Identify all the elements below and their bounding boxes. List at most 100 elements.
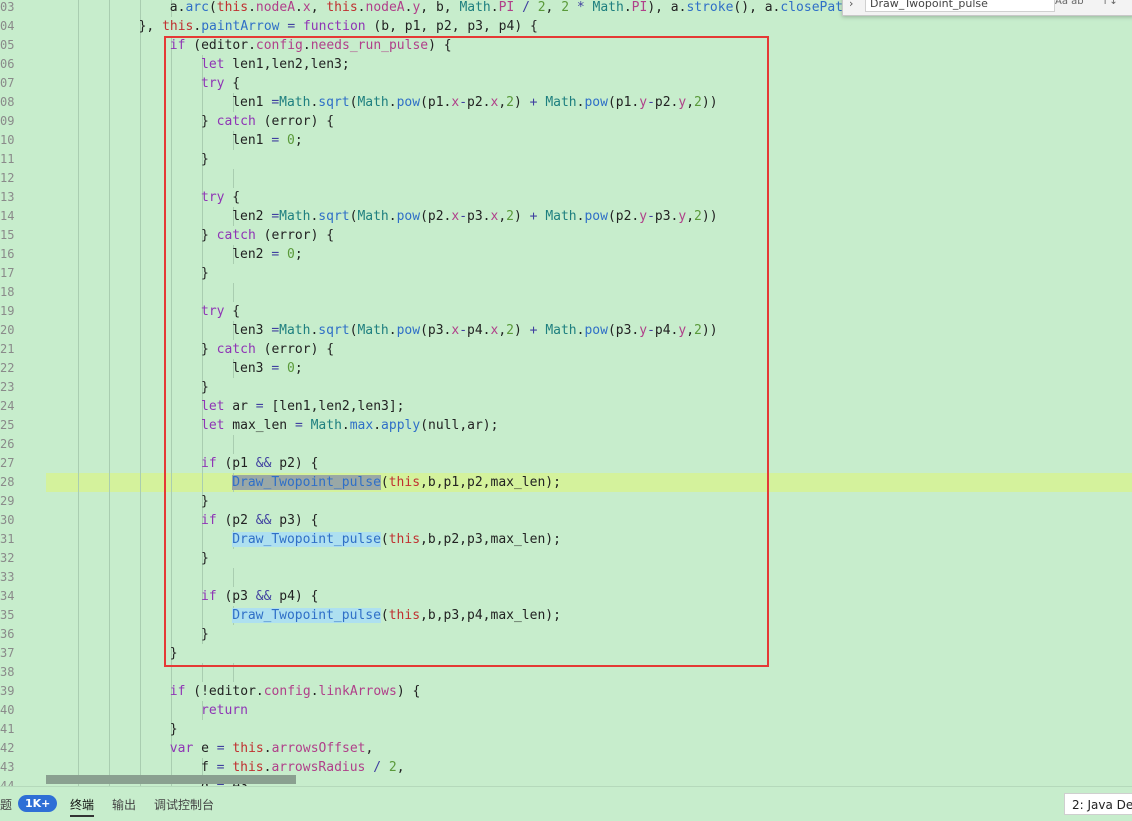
code-token: needs_run_pulse: [310, 38, 429, 53]
code-line[interactable]: 07 try {: [0, 74, 1132, 93]
code-line[interactable]: 25 let max_len = Math.max.apply(null,ar);: [0, 416, 1132, 435]
code-line[interactable]: 05 if (editor.config.needs_run_pulse) {: [0, 36, 1132, 55]
horizontal-scrollbar[interactable]: [46, 775, 296, 784]
code-editor[interactable]: 03 a.arc(this.nodeA.x, this.nodeA.y, b, M…: [0, 0, 1132, 786]
code-line[interactable]: 13 try {: [0, 188, 1132, 207]
code-line[interactable]: 34 if (p3 && p4) {: [0, 587, 1132, 606]
code-token: this: [162, 19, 194, 34]
tab-terminal[interactable]: 终端: [70, 796, 94, 813]
code-line[interactable]: 29}: [0, 492, 1132, 511]
indent-guide: [109, 549, 110, 568]
code-line[interactable]: 18: [0, 283, 1132, 302]
indent-guide: [171, 511, 172, 530]
code-token: -: [647, 95, 655, 110]
code-line[interactable]: 17}: [0, 264, 1132, 283]
indent-guide: [171, 397, 172, 416]
code-line[interactable]: 37}: [0, 644, 1132, 663]
indent-guide: [78, 739, 79, 758]
indent-guide: [202, 663, 203, 682]
line-number: 27: [0, 456, 15, 470]
code-line[interactable]: 24 let ar = [len1,len2,len3];: [0, 397, 1132, 416]
code-token: try: [201, 304, 225, 319]
indent-guide: [171, 568, 172, 587]
indent-guide: [171, 150, 172, 169]
tab-problems[interactable]: 题: [0, 796, 12, 813]
code-token: 0: [286, 247, 295, 262]
code-line[interactable]: 39 if (!editor.config.linkArrows) {: [0, 682, 1132, 701]
tab-debug-console[interactable]: 调试控制台: [154, 796, 214, 813]
code-line[interactable]: 28 Draw_Twopoint_pulse(this,b,p1,p2,max_l…: [0, 473, 1132, 492]
line-number: 29: [0, 494, 15, 508]
code-token: .: [388, 323, 397, 338]
code-token: &&: [255, 456, 272, 471]
indent-guide: [140, 169, 141, 188]
code-line[interactable]: 06 let len1,len2,len3;: [0, 55, 1132, 74]
code-line[interactable]: 11}: [0, 150, 1132, 169]
code-token: config: [263, 684, 311, 699]
code-line[interactable]: 12: [0, 169, 1132, 188]
code-token: Draw_Twopoint_pulse: [232, 608, 381, 623]
code-token: this: [388, 475, 421, 490]
indent-guide: [140, 283, 141, 302]
code-line[interactable]: 41}: [0, 720, 1132, 739]
chevron-right-icon[interactable]: ›: [849, 0, 853, 10]
code-line[interactable]: 10 len1 = 0;: [0, 131, 1132, 150]
code-line[interactable]: 35 Draw_Twopoint_pulse(this,b,p3,p4,max_l…: [0, 606, 1132, 625]
code-line[interactable]: 32}: [0, 549, 1132, 568]
code-line[interactable]: 15} catch (error) {: [0, 226, 1132, 245]
line-number: 15: [0, 228, 15, 242]
code-token: ar: [224, 399, 256, 414]
code-line[interactable]: 36}: [0, 625, 1132, 644]
code-line[interactable]: 19 try {: [0, 302, 1132, 321]
tab-output[interactable]: 输出: [112, 796, 136, 813]
code-line[interactable]: 20 len3 =Math.sqrt(Math.pow(p3.x-p4.x,2) …: [0, 321, 1132, 340]
indent-guide: [109, 150, 110, 169]
code-line[interactable]: 14 len2 =Math.sqrt(Math.pow(p2.x-p3.x,2) …: [0, 207, 1132, 226]
code-token: ,: [310, 0, 327, 15]
find-navigation-icon[interactable]: ↑↓: [1101, 0, 1118, 7]
indent-guide: [78, 720, 79, 739]
code-token: (), a.: [733, 0, 781, 15]
code-line[interactable]: 42 var e = this.arrowsOffset,: [0, 739, 1132, 758]
code-token: .: [295, 0, 303, 15]
code-line[interactable]: 23}: [0, 378, 1132, 397]
line-number: 21: [0, 342, 15, 356]
find-widget[interactable]: › Draw_Twopoint_pulse Aa ab ↑↓: [842, 0, 1132, 16]
match-options-icon[interactable]: Aa ab: [1055, 0, 1084, 7]
code-line[interactable]: 08 len1 =Math.sqrt(Math.pow(p1.x-p2.x,2) …: [0, 93, 1132, 112]
code-line[interactable]: 21} catch (error) {: [0, 340, 1132, 359]
code-line[interactable]: 40 return: [0, 701, 1132, 720]
terminal-selector[interactable]: 2: Java Del: [1064, 793, 1132, 815]
code-line[interactable]: 22 len3 = 0;: [0, 359, 1132, 378]
code-token: var: [169, 741, 194, 756]
code-line[interactable]: 26: [0, 435, 1132, 454]
find-input[interactable]: Draw_Twopoint_pulse: [865, 0, 1055, 12]
code-line[interactable]: 38: [0, 663, 1132, 682]
code-line[interactable]: 16 len2 = 0;: [0, 245, 1132, 264]
code-line[interactable]: 27 if (p1 && p2) {: [0, 454, 1132, 473]
indent-guide: [171, 530, 172, 549]
indent-guide: [233, 283, 234, 302]
code-token: p3.: [654, 209, 679, 224]
code-token: f: [201, 760, 217, 775]
indent-guide: [140, 188, 141, 207]
line-number: 37: [0, 646, 15, 660]
code-token: },: [138, 19, 163, 34]
code-line[interactable]: 09} catch (error) {: [0, 112, 1132, 131]
code-text: }: [201, 378, 209, 397]
indent-guide: [140, 112, 141, 131]
line-number: 09: [0, 114, 15, 128]
code-token: a.: [169, 0, 186, 15]
code-line[interactable]: 31 Draw_Twopoint_pulse(this,b,p2,p3,max_l…: [0, 530, 1132, 549]
code-token: PI: [498, 0, 515, 15]
code-line[interactable]: 30 if (p2 && p3) {: [0, 511, 1132, 530]
code-token: [len1,len2,len3];: [263, 399, 405, 414]
code-token: len1: [232, 95, 272, 110]
code-token: (p2: [216, 513, 256, 528]
code-token: Math: [310, 418, 342, 433]
code-token: (p3: [216, 589, 256, 604]
code-line[interactable]: 04}, this.paintArrow = function (b, p1, …: [0, 17, 1132, 36]
code-token: (p1.: [607, 95, 640, 110]
code-line[interactable]: 33: [0, 568, 1132, 587]
